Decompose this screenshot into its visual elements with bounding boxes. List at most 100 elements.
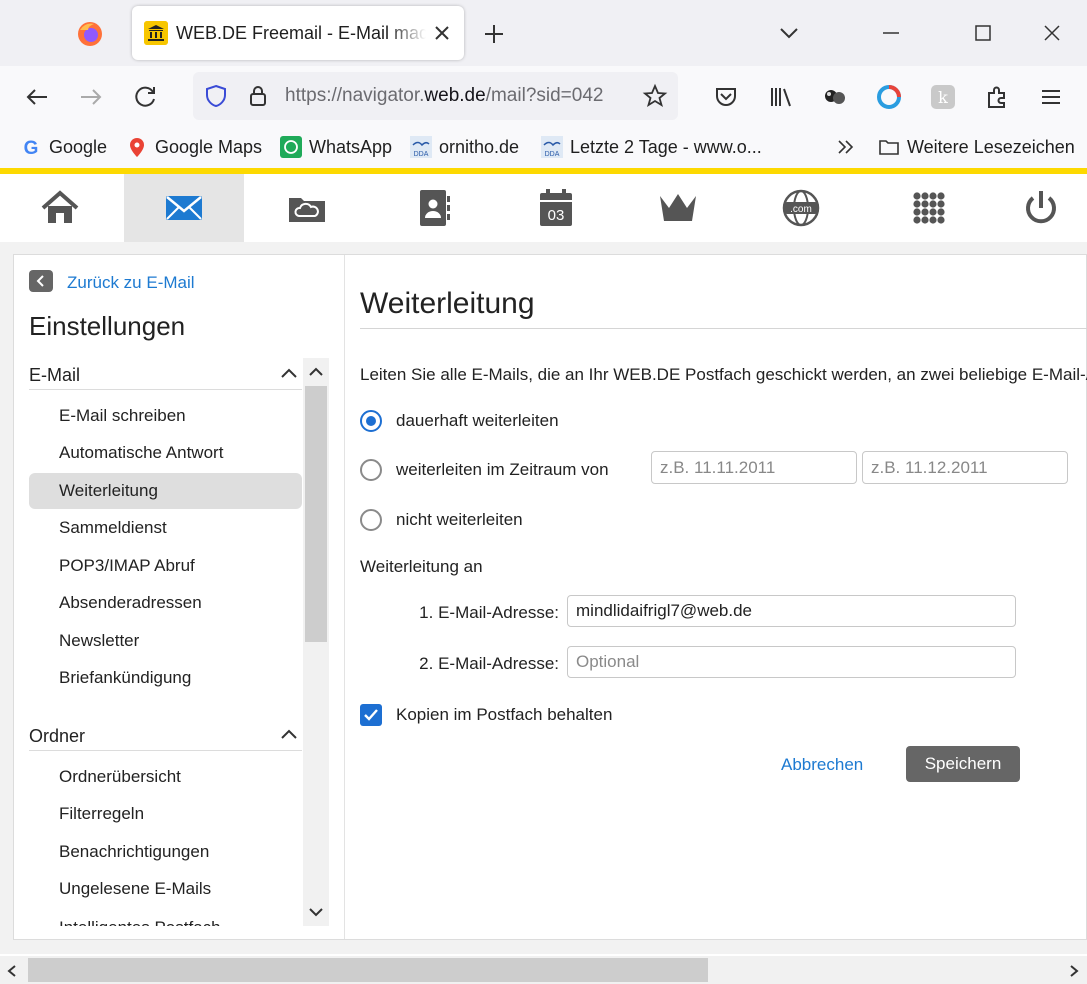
bookmark-letzte-2-tage[interactable]: DDA Letzte 2 Tage - www.o... [541, 133, 766, 161]
sidebar-item-automatische-antwort[interactable]: Automatische Antwort [29, 435, 302, 471]
browser-tab-active[interactable]: WEB.DE Freemail - E-Mail made in Germany [132, 6, 464, 60]
url-text[interactable]: https://navigator.web.de/mail?sid=042 [285, 84, 637, 108]
sidebar-item-newsletter[interactable]: Newsletter [29, 623, 302, 659]
pocket-icon[interactable] [711, 82, 741, 112]
sidebar-item-label: Benachrichtigungen [59, 842, 210, 861]
bookmark-google-maps[interactable]: Google Maps [126, 133, 266, 161]
back-chevron-icon[interactable] [29, 270, 53, 292]
sidebar-item-label: POP3/IMAP Abruf [59, 556, 195, 575]
sidebar-item-weiterleitung[interactable]: Weiterleitung [29, 473, 302, 509]
other-bookmarks-folder[interactable]: Weitere Lesezeichen [878, 133, 1078, 161]
cloud-folder-icon [289, 198, 325, 222]
section-title: Ordner [29, 726, 86, 746]
nav-contacts[interactable] [373, 174, 493, 242]
calendar-icon: 03 [540, 189, 572, 226]
globe-label: .com [790, 204, 812, 215]
bookmark-whatsapp[interactable]: WhatsApp [280, 133, 400, 161]
address-book-icon [420, 190, 450, 226]
nav-calendar[interactable]: 03 [496, 174, 616, 242]
shield-icon[interactable] [203, 83, 229, 109]
minimize-window-icon[interactable] [876, 18, 906, 48]
back-to-mail-link[interactable]: Zurück zu E-Mail [67, 272, 195, 294]
bookmark-label: Letzte 2 Tage - www.o... [570, 137, 762, 157]
scroll-up-icon[interactable] [308, 366, 324, 378]
lock-icon[interactable] [245, 83, 271, 109]
scroll-right-icon[interactable] [1068, 964, 1080, 978]
sidebar-item-label: Ungelesene E-Mails [59, 879, 212, 898]
dda-icon: DDA [410, 136, 432, 158]
sidebar-item-benachrichtigungen[interactable]: Benachrichtigungen [29, 834, 302, 870]
nav-mail[interactable] [124, 174, 244, 242]
reload-icon[interactable] [130, 82, 160, 112]
close-window-icon[interactable] [1037, 18, 1067, 48]
chevron-up-icon [281, 729, 297, 739]
section-header-ordner[interactable]: Ordner [29, 719, 302, 751]
nav-cloud[interactable] [247, 174, 367, 242]
forward-arrow-icon[interactable] [76, 82, 106, 112]
sidebar-item-pop3-imap[interactable]: POP3/IMAP Abruf [29, 548, 302, 584]
scroll-left-icon[interactable] [6, 964, 18, 978]
hamburger-menu-icon[interactable] [1036, 82, 1066, 112]
new-tab-icon[interactable] [480, 20, 508, 48]
sidebar-item-filterregeln[interactable]: Filterregeln [29, 796, 302, 832]
more-bookmarks-chevron-icon[interactable] [834, 136, 858, 158]
section-title: E-Mail [29, 365, 81, 385]
back-arrow-icon[interactable] [22, 82, 52, 112]
address1-label: 1. E-Mail-Adresse: [419, 603, 559, 622]
firefox-icon[interactable] [76, 20, 104, 48]
radio-period[interactable] [360, 459, 382, 481]
close-tab-icon[interactable] [430, 21, 454, 45]
bookmark-ornitho[interactable]: DDA ornitho.de [410, 133, 528, 161]
sidebar-item-intelligentes-postfach[interactable]: Intelligentes Postfach [29, 910, 302, 926]
address1-field[interactable] [567, 595, 1016, 627]
sidebar-item-email-schreiben[interactable]: E-Mail schreiben [29, 398, 302, 434]
save-button[interactable]: Speichern [906, 746, 1020, 782]
nav-domains[interactable]: .com [741, 174, 861, 242]
url-suffix: /mail?sid=042 [485, 85, 604, 106]
extension-k-icon[interactable]: k [928, 82, 958, 112]
bookmarks-toolbar: G Google Google Maps WhatsApp DDA ornith… [0, 126, 1087, 168]
sidebar-item-absenderadressen[interactable]: Absenderadressen [29, 585, 302, 621]
sidebar-item-sammeldienst[interactable]: Sammeldienst [29, 510, 302, 546]
sidebar-scrollbar[interactable] [303, 358, 329, 926]
radio-permanent[interactable] [360, 410, 382, 432]
column-divider [344, 255, 345, 939]
section-header-email[interactable]: E-Mail [29, 358, 302, 390]
nav-premium[interactable] [618, 174, 738, 242]
extensions-puzzle-icon[interactable] [982, 82, 1012, 112]
list-all-tabs-icon[interactable] [774, 18, 804, 48]
extension-balls-icon[interactable] [820, 82, 850, 112]
page-horizontal-scrollbar[interactable] [0, 956, 1087, 984]
home-icon [41, 190, 79, 223]
library-icon[interactable] [766, 82, 796, 112]
url-bar[interactable]: https://navigator.web.de/mail?sid=042 [193, 72, 678, 120]
date-to-field[interactable] [862, 451, 1068, 484]
keep-copies-checkbox[interactable] [360, 704, 382, 726]
other-bookmarks-label: Weitere Lesezeichen [907, 137, 1075, 157]
address2-field[interactable] [567, 646, 1016, 678]
address2-label: 2. E-Mail-Adresse: [419, 654, 559, 673]
horizontal-scrollbar-thumb[interactable] [28, 958, 708, 982]
title-divider [360, 328, 1087, 329]
bookmark-google[interactable]: G Google [20, 133, 110, 161]
bookmark-star-icon[interactable] [642, 83, 668, 109]
extension-ring-icon[interactable] [874, 82, 904, 112]
nav-logout[interactable] [981, 174, 1087, 242]
bookmark-label: Google [49, 137, 108, 157]
browser-tab-bar: WEB.DE Freemail - E-Mail made in Germany [0, 0, 1087, 66]
cancel-link[interactable]: Abbrechen [781, 753, 863, 777]
sidebar-item-ordneruebersicht[interactable]: Ordnerübersicht [29, 759, 302, 795]
scroll-down-icon[interactable] [308, 906, 324, 918]
radio-label: nicht weiterleiten [396, 510, 523, 529]
svg-text:G: G [24, 138, 39, 158]
nav-apps[interactable] [869, 174, 989, 242]
sidebar-scrollbar-thumb[interactable] [305, 386, 327, 642]
sidebar-item-ungelesene-emails[interactable]: Ungelesene E-Mails [29, 871, 302, 907]
sidebar-item-briefankuendigung[interactable]: Briefankündigung [29, 660, 302, 696]
maximize-window-icon[interactable] [968, 18, 998, 48]
date-from-field[interactable] [651, 451, 857, 484]
bookmark-label: Google Maps [155, 137, 263, 157]
svg-text:DDA: DDA [414, 151, 429, 158]
nav-home[interactable] [0, 174, 120, 242]
radio-none[interactable] [360, 509, 382, 531]
